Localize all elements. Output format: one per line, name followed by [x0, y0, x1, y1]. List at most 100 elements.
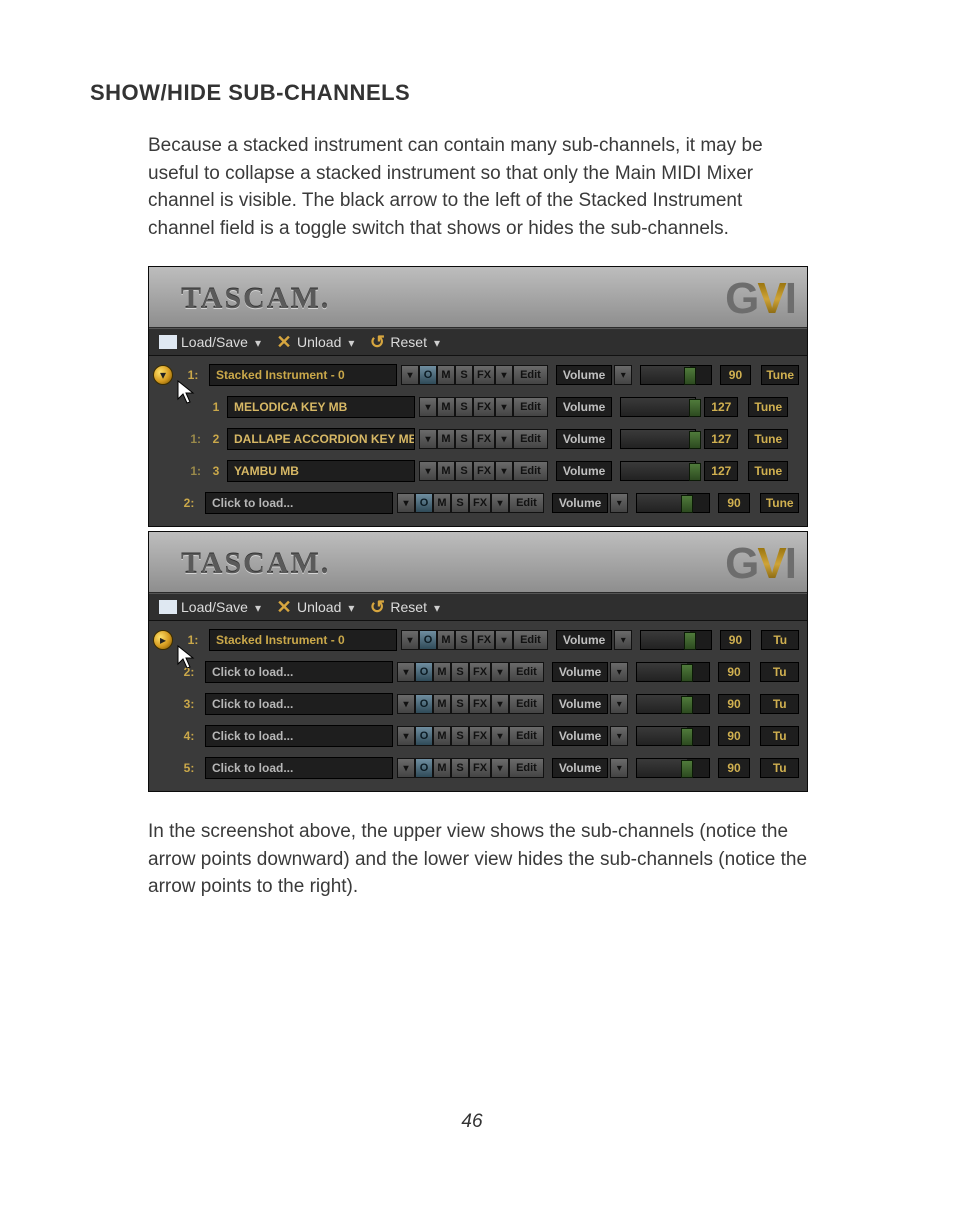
power-button[interactable]: O — [415, 662, 433, 682]
solo-button[interactable]: S — [451, 662, 469, 682]
fx-button[interactable]: FX — [469, 758, 491, 778]
fx-dropdown[interactable] — [495, 461, 513, 481]
tune-field[interactable]: Tune — [748, 461, 788, 481]
volume-slider[interactable] — [636, 694, 709, 714]
fx-dropdown[interactable] — [491, 662, 509, 682]
edit-button[interactable]: Edit — [513, 365, 548, 385]
instrument-name-field[interactable]: Click to load... — [205, 757, 393, 779]
unload-menu[interactable]: ✕ Unload — [275, 333, 354, 351]
edit-button[interactable]: Edit — [513, 397, 548, 417]
channel-dropdown[interactable] — [419, 429, 437, 449]
tune-field[interactable]: Tune — [760, 493, 799, 513]
volume-dropdown[interactable] — [614, 365, 632, 385]
tune-field[interactable]: Tune — [761, 365, 799, 385]
instrument-name-field[interactable]: Stacked Instrument - 0 — [209, 629, 397, 651]
channel-dropdown[interactable] — [397, 758, 415, 778]
solo-button[interactable]: S — [455, 461, 473, 481]
solo-button[interactable]: S — [451, 758, 469, 778]
channel-dropdown[interactable] — [401, 630, 419, 650]
volume-dropdown[interactable] — [610, 662, 628, 682]
solo-button[interactable]: S — [455, 429, 473, 449]
volume-dropdown[interactable] — [610, 726, 628, 746]
volume-slider[interactable] — [620, 397, 696, 417]
mute-button[interactable]: M — [437, 429, 455, 449]
tune-field[interactable]: Tune — [748, 429, 788, 449]
fx-button[interactable]: FX — [473, 397, 495, 417]
edit-button[interactable]: Edit — [509, 662, 544, 682]
channel-dropdown[interactable] — [397, 493, 415, 513]
volume-slider[interactable] — [636, 758, 709, 778]
fx-button[interactable]: FX — [469, 662, 491, 682]
volume-slider[interactable] — [636, 493, 709, 513]
mute-button[interactable]: M — [437, 630, 455, 650]
fx-dropdown[interactable] — [495, 630, 513, 650]
fx-button[interactable]: FX — [469, 726, 491, 746]
edit-button[interactable]: Edit — [513, 630, 548, 650]
mute-button[interactable]: M — [437, 397, 455, 417]
volume-slider[interactable] — [620, 429, 696, 449]
channel-dropdown[interactable] — [397, 694, 415, 714]
power-button[interactable]: O — [419, 630, 437, 650]
edit-button[interactable]: Edit — [509, 694, 544, 714]
instrument-name-field[interactable]: DALLAPE ACCORDION KEY MB▾ — [227, 428, 415, 450]
mute-button[interactable]: M — [433, 694, 451, 714]
tune-field[interactable]: Tune — [748, 397, 788, 417]
fx-button[interactable]: FX — [469, 493, 491, 513]
fx-button[interactable]: FX — [473, 461, 495, 481]
channel-dropdown[interactable] — [401, 365, 419, 385]
tune-field[interactable]: Tu — [761, 630, 799, 650]
solo-button[interactable]: S — [451, 493, 469, 513]
reset-menu[interactable]: ↺ Reset — [368, 598, 440, 616]
instrument-name-field[interactable]: Click to load... — [205, 492, 393, 514]
volume-slider[interactable] — [620, 461, 696, 481]
mute-button[interactable]: M — [433, 758, 451, 778]
instrument-name-field[interactable]: Click to load... — [205, 693, 393, 715]
tune-field[interactable]: Tu — [760, 726, 799, 746]
instrument-name-field[interactable]: MELODICA KEY MB — [227, 396, 415, 418]
fx-dropdown[interactable] — [495, 429, 513, 449]
channel-dropdown[interactable] — [419, 397, 437, 417]
instrument-name-field[interactable]: YAMBU MB — [227, 460, 415, 482]
channel-dropdown[interactable] — [419, 461, 437, 481]
volume-dropdown[interactable] — [614, 630, 632, 650]
volume-slider[interactable] — [640, 365, 711, 385]
power-button[interactable]: O — [415, 726, 433, 746]
solo-button[interactable]: S — [455, 630, 473, 650]
fx-dropdown[interactable] — [495, 397, 513, 417]
channel-dropdown[interactable] — [397, 726, 415, 746]
fx-button[interactable]: FX — [473, 365, 495, 385]
volume-slider[interactable] — [636, 726, 709, 746]
mute-button[interactable]: M — [437, 461, 455, 481]
expand-toggle[interactable]: ▾ — [153, 365, 173, 385]
fx-button[interactable]: FX — [473, 429, 495, 449]
fx-dropdown[interactable] — [491, 694, 509, 714]
power-button[interactable]: O — [415, 694, 433, 714]
instrument-name-field[interactable]: Click to load... — [205, 661, 393, 683]
expand-toggle[interactable]: ▸ — [153, 630, 173, 650]
tune-field[interactable]: Tu — [760, 662, 799, 682]
mute-button[interactable]: M — [433, 726, 451, 746]
volume-dropdown[interactable] — [610, 758, 628, 778]
volume-slider[interactable] — [636, 662, 709, 682]
edit-button[interactable]: Edit — [509, 493, 544, 513]
edit-button[interactable]: Edit — [513, 461, 548, 481]
unload-menu[interactable]: ✕ Unload — [275, 598, 354, 616]
fx-dropdown[interactable] — [491, 493, 509, 513]
loadsave-menu[interactable]: Load/Save — [159, 333, 261, 351]
fx-button[interactable]: FX — [469, 694, 491, 714]
mute-button[interactable]: M — [437, 365, 455, 385]
solo-button[interactable]: S — [455, 397, 473, 417]
instrument-name-field[interactable]: Stacked Instrument - 0 — [209, 364, 397, 386]
fx-dropdown[interactable] — [491, 758, 509, 778]
edit-button[interactable]: Edit — [513, 429, 548, 449]
fx-dropdown[interactable] — [495, 365, 513, 385]
tune-field[interactable]: Tu — [760, 694, 799, 714]
mute-button[interactable]: M — [433, 662, 451, 682]
volume-dropdown[interactable] — [610, 493, 628, 513]
power-button[interactable]: O — [415, 758, 433, 778]
fx-button[interactable]: FX — [473, 630, 495, 650]
tune-field[interactable]: Tu — [760, 758, 799, 778]
reset-menu[interactable]: ↺ Reset — [368, 333, 440, 351]
volume-slider[interactable] — [640, 630, 711, 650]
instrument-name-field[interactable]: Click to load... — [205, 725, 393, 747]
